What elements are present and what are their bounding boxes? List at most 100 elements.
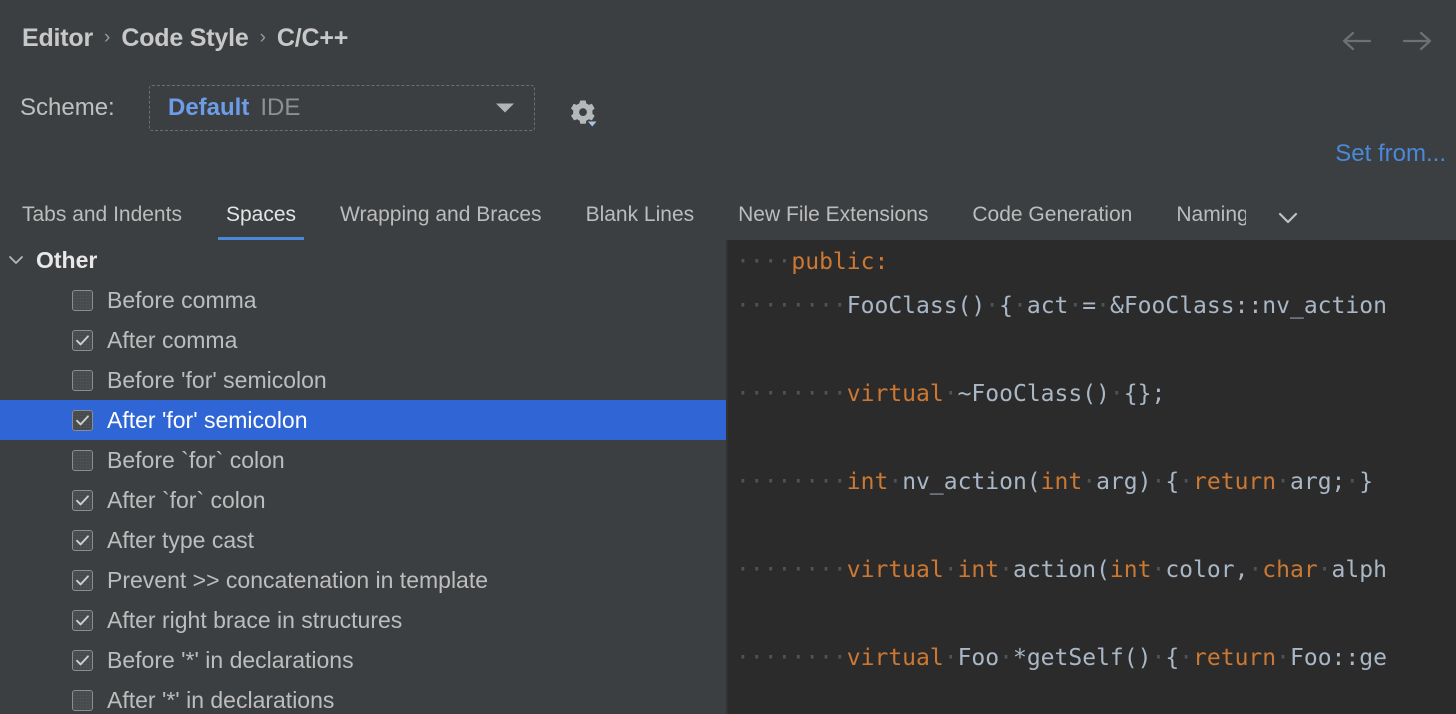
tree-row[interactable]: Before '*' in declarations [0, 640, 726, 680]
checkbox-checked[interactable] [72, 649, 93, 671]
tree-row[interactable]: After type cast [0, 520, 726, 560]
tree-row[interactable]: After comma [0, 320, 726, 360]
back-arrow-button[interactable] [1340, 24, 1374, 58]
whitespace-dots: · [1179, 645, 1194, 671]
code-keyword: virtual [846, 381, 944, 407]
whitespace-dots: · [1012, 293, 1027, 319]
code-keyword: int [957, 557, 1000, 583]
whitespace-dots: · [1179, 469, 1194, 495]
whitespace-dots: ···· [736, 249, 792, 275]
whitespace-dots: · [999, 645, 1013, 671]
code-style-tabs: Tabs and Indents Spaces Wrapping and Brace… [0, 195, 1456, 241]
checkbox-checked[interactable] [72, 609, 93, 631]
whitespace-dots: · [1151, 645, 1166, 671]
breadcrumb-item: C/C++ [276, 24, 349, 52]
code-text: action( [1012, 557, 1110, 583]
whitespace-dots: · [1276, 469, 1290, 495]
checkbox-checked[interactable] [72, 489, 93, 511]
code-text: {}; [1123, 381, 1166, 407]
checkbox-unchecked[interactable] [72, 689, 93, 711]
checkbox-unchecked[interactable] [72, 449, 93, 471]
whitespace-dots: · [943, 645, 958, 671]
set-from-link[interactable]: Set from... [1335, 140, 1446, 168]
tree-row[interactable]: Before `for` colon [0, 440, 726, 480]
tree-row[interactable]: After right brace in structures [0, 600, 726, 640]
code-line: ········FooClass()·{·act·=·&FooClass::nv… [728, 284, 1456, 328]
tree-row[interactable]: After 'for' semicolon [0, 400, 726, 440]
checkbox-unchecked[interactable] [72, 289, 93, 311]
tree-row-label: Before comma [107, 286, 257, 313]
code-line: ········virtual·int·action(int·color,·ch… [728, 548, 1456, 592]
spaces-options-tree: Other Before comma After comma Before 'for… [0, 240, 726, 714]
tree-group-other[interactable]: Other [0, 240, 726, 280]
tree-row[interactable]: Prevent >> concatenation in template [0, 560, 726, 600]
whitespace-dots: ········ [736, 293, 847, 319]
code-keyword: return [1193, 469, 1277, 495]
tabs-overflow-chevron-down-icon[interactable] [1270, 195, 1306, 241]
tab-wrapping-and-braces[interactable]: Wrapping and Braces [318, 195, 564, 241]
whitespace-dots: · [1109, 381, 1124, 407]
code-text: Foo::ge [1290, 645, 1387, 671]
chevron-down-icon [0, 249, 32, 271]
checkbox-unchecked[interactable] [72, 369, 93, 391]
whitespace-dots: · [985, 293, 1000, 319]
whitespace-dots: · [888, 469, 903, 495]
code-text: { [1165, 645, 1180, 671]
scheme-dropdown[interactable]: Default IDE [149, 85, 535, 131]
tree-row-label: After right brace in structures [107, 606, 403, 633]
code-text: } [1359, 469, 1374, 495]
whitespace-dots: · [1082, 469, 1097, 495]
code-text: &FooClass::nv_action [1109, 293, 1387, 319]
tree-row[interactable]: Before comma [0, 280, 726, 320]
chevron-down-icon [496, 103, 514, 113]
code-keyword: char [1262, 557, 1318, 583]
tree-rows: Before comma After comma Before 'for' semi… [0, 280, 726, 714]
tab-tabs-and-indents[interactable]: Tabs and Indents [0, 195, 204, 241]
code-text: *getSelf() [1012, 645, 1152, 671]
code-keyword: return [1193, 645, 1277, 671]
whitespace-dots: · [1151, 469, 1166, 495]
code-keyword: public: [791, 249, 889, 275]
code-keyword: int [1040, 469, 1083, 495]
forward-arrow-button[interactable] [1400, 24, 1434, 58]
tree-row-label: Before 'for' semicolon [107, 366, 327, 393]
tab-new-file-extensions[interactable]: New File Extensions [716, 195, 950, 241]
code-text: alph [1331, 557, 1387, 583]
tab-spaces[interactable]: Spaces [204, 195, 318, 241]
breadcrumb-item[interactable]: Editor [22, 24, 93, 53]
tree-row-label: After '*' in declarations [107, 686, 335, 713]
tab-naming-c[interactable]: Naming C [1154, 195, 1246, 241]
checkbox-checked[interactable] [72, 569, 93, 591]
tab-code-generation[interactable]: Code Generation [950, 195, 1154, 241]
scheme-scope-label: IDE [260, 94, 301, 121]
code-text: color, [1165, 557, 1249, 583]
tree-row[interactable]: After '*' in declarations [0, 680, 726, 714]
code-line: ····public: [728, 240, 1456, 284]
tree-group-label: Other [36, 246, 98, 273]
checkbox-checked[interactable] [72, 329, 93, 351]
breadcrumb-item[interactable]: Code Style [121, 24, 248, 53]
tree-row[interactable]: After `for` colon [0, 480, 726, 520]
whitespace-dots: · [999, 557, 1013, 583]
checkbox-checked[interactable] [72, 409, 93, 431]
code-text: act [1026, 293, 1069, 319]
whitespace-dots: · [943, 557, 958, 583]
code-text: arg) [1096, 469, 1152, 495]
navigation-arrows [1340, 24, 1434, 58]
whitespace-dots: ········ [736, 645, 847, 671]
whitespace-dots: · [1276, 645, 1290, 671]
gear-icon[interactable] [566, 97, 600, 131]
code-preview-pane[interactable]: ····public: ········FooClass()·{·act·=·&F… [728, 240, 1456, 714]
checkbox-checked[interactable] [72, 529, 93, 551]
whitespace-dots: · [1317, 557, 1332, 583]
tab-blank-lines[interactable]: Blank Lines [564, 195, 717, 241]
whitespace-dots: ········ [736, 557, 847, 583]
code-keyword: virtual [846, 645, 944, 671]
tree-row-label: After 'for' semicolon [107, 406, 308, 433]
code-keyword: int [846, 469, 889, 495]
scheme-selected-value: Default [168, 94, 250, 121]
tree-row[interactable]: Before 'for' semicolon [0, 360, 726, 400]
